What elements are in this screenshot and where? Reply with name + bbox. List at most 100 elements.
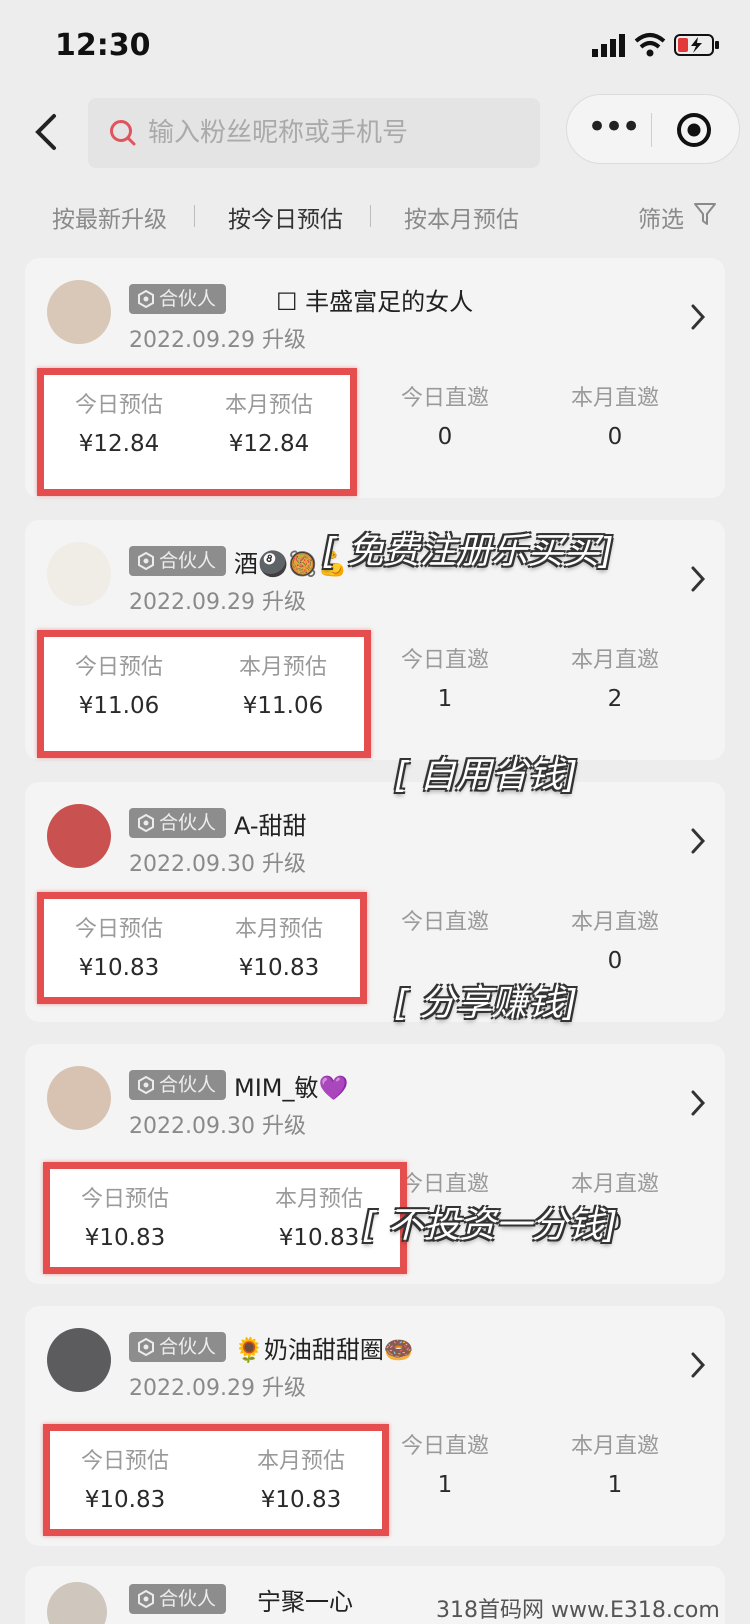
chevron-right-icon[interactable] [689, 826, 707, 856]
avatar [47, 1066, 111, 1130]
member-name: 宁聚一心 [257, 1588, 353, 1616]
today-estimate-stat: 今日预估 ¥12.84 [44, 387, 194, 457]
partner-badge-label: 合伙人 [159, 288, 217, 310]
status-time: 12:30 [55, 28, 151, 63]
avatar [47, 542, 111, 606]
partner-badge: 合伙人 [129, 1584, 227, 1614]
partner-badge: 合伙人 [129, 1070, 227, 1100]
month-invite-stat: 本月直邀 0 [540, 904, 690, 974]
upgrade-date: 2022.09.29 升级 [129, 1376, 306, 1401]
search-bar[interactable] [88, 98, 540, 168]
member-card[interactable]: 合伙人 ☐ 丰盛富足的女人 2022.09.29 升级 今日直邀 0 本月直邀 0 今日预估 ¥… [25, 258, 725, 498]
promo-overlay-text: [ 分享赚钱] [394, 983, 578, 1024]
month-estimate-stat: 本月预估 ¥10.83 [226, 1443, 376, 1513]
stat-value: 0 [437, 424, 453, 450]
estimate-highlight-box: 今日预估 ¥10.83 本月预估 ¥10.83 [43, 1424, 389, 1536]
tab-today-estimate[interactable]: 按今日预估 [228, 200, 343, 234]
sort-tabs: 按最新升级 按今日预估 按本月预估 筛选 [0, 180, 750, 250]
stat-label: 今日预估 [74, 917, 163, 942]
month-invite-stat: 本月直邀 2 [540, 642, 690, 712]
stat-value: ¥10.83 [78, 955, 160, 981]
partner-badge: 合伙人 [129, 1332, 227, 1362]
stat-label: 本月直邀 [570, 1434, 659, 1459]
stat-label: 本月直邀 [570, 386, 659, 411]
partner-badge-label: 合伙人 [159, 1074, 217, 1096]
stat-label: 本月直邀 [570, 648, 659, 673]
estimate-highlight-box: 今日预估 ¥12.84 本月预估 ¥12.84 [37, 368, 357, 496]
more-options-icon[interactable]: ••• [587, 110, 641, 144]
tab-month-estimate[interactable]: 按本月预估 [404, 200, 519, 234]
stat-label: 本月预估 [256, 1449, 345, 1474]
member-card[interactable]: 合伙人 A-甜甜 2022.09.30 升级 今日直邀 本月直邀 0 今日预估 ¥10.83 本… [25, 782, 725, 1022]
hexagon-badge-icon [138, 814, 154, 832]
today-invite-stat: 今日直邀 0 [370, 380, 520, 450]
avatar [47, 280, 111, 344]
search-input[interactable] [148, 98, 528, 168]
chevron-right-icon[interactable] [689, 1350, 707, 1380]
today-estimate-stat: 今日预估 ¥10.83 [44, 911, 194, 981]
stat-value: ¥10.83 [84, 1487, 166, 1513]
partner-badge: 合伙人 [129, 546, 227, 576]
stat-value: 1 [607, 1472, 623, 1498]
stat-value: ¥10.83 [238, 955, 320, 981]
today-invite-stat: 今日直邀 1 [370, 1428, 520, 1498]
today-invite-stat: 今日直邀 [370, 904, 520, 948]
stat-value: 2 [607, 686, 623, 712]
stat-value: ¥12.84 [78, 431, 160, 457]
stat-label: 本月预估 [224, 393, 313, 418]
partner-badge: 合伙人 [129, 808, 227, 838]
stat-label: 本月直邀 [570, 910, 659, 935]
stat-value: 1 [437, 1472, 453, 1498]
cellular-signal-icon [592, 34, 625, 57]
upgrade-date: 2022.09.29 升级 [129, 590, 306, 615]
member-name: MIM_敏💜 [234, 1074, 349, 1102]
chevron-right-icon[interactable] [689, 564, 707, 594]
filter-button[interactable]: 筛选 [638, 200, 684, 234]
avatar [47, 804, 111, 868]
chevron-right-icon[interactable] [689, 1088, 707, 1118]
search-icon [110, 120, 136, 146]
stat-label: 今日直邀 [400, 648, 489, 673]
watermark-text: 318首码网 www.E318.com [436, 1598, 720, 1623]
partner-badge: 合伙人 [129, 284, 227, 314]
stat-label: 今日预估 [74, 393, 163, 418]
stat-value: ¥10.83 [260, 1487, 342, 1513]
upgrade-date: 2022.09.30 升级 [129, 1114, 306, 1139]
estimate-highlight-box: 今日预估 ¥10.83 本月预估 ¥10.83 [37, 892, 367, 1004]
partner-badge-label: 合伙人 [159, 1336, 217, 1358]
filter-funnel-icon[interactable] [694, 202, 716, 226]
hexagon-badge-icon [138, 1338, 154, 1356]
stat-label: 今日直邀 [400, 386, 489, 411]
hexagon-badge-icon [138, 290, 154, 308]
month-invite-stat: 本月直邀 1 [540, 1428, 690, 1498]
close-miniprogram-icon[interactable] [675, 111, 713, 149]
promo-overlay-text: [ 自用省钱] [394, 755, 578, 796]
stat-value: ¥12.84 [228, 431, 310, 457]
stat-label: 本月预估 [238, 655, 327, 680]
member-card[interactable]: 合伙人 MIM_敏💜 2022.09.30 升级 今日直邀 本月直邀 0 今日预估 ¥10.8… [25, 1044, 725, 1284]
back-arrow-icon[interactable] [28, 110, 68, 154]
today-invite-stat: 今日直邀 1 [370, 642, 520, 712]
estimate-highlight-box: 今日预估 ¥11.06 本月预估 ¥11.06 [37, 630, 371, 758]
status-bar: 12:30 [0, 0, 750, 92]
stat-value: 1 [437, 686, 453, 712]
stat-value: 0 [607, 948, 623, 974]
today-estimate-stat: 今日预估 ¥10.83 [50, 1181, 200, 1251]
tab-divider [194, 205, 195, 227]
avatar [47, 1328, 111, 1392]
upgrade-date: 2022.09.29 升级 [129, 328, 306, 353]
top-bar: ••• [0, 92, 750, 172]
tab-latest-upgrade[interactable]: 按最新升级 [52, 200, 167, 234]
stat-label: 今日直邀 [400, 910, 489, 935]
member-name: A-甜甜 [234, 812, 307, 840]
promo-overlay-text: [ 免费注册乐买买] [322, 531, 614, 572]
member-card[interactable]: 合伙人 🌻奶油甜甜圈🍩 2022.09.29 升级 今日直邀 1 本月直邀 1 今日预估 ¥10… [25, 1306, 725, 1546]
miniprogram-capsule: ••• [566, 94, 740, 164]
stat-label: 今日直邀 [400, 1434, 489, 1459]
hexagon-badge-icon [138, 1590, 154, 1608]
hexagon-badge-icon [138, 552, 154, 570]
today-estimate-stat: 今日预估 ¥11.06 [44, 649, 194, 719]
chevron-right-icon[interactable] [689, 302, 707, 332]
hexagon-badge-icon [138, 1076, 154, 1094]
estimate-highlight-box: 今日预估 ¥10.83 本月预估 ¥10.83 [43, 1162, 407, 1274]
